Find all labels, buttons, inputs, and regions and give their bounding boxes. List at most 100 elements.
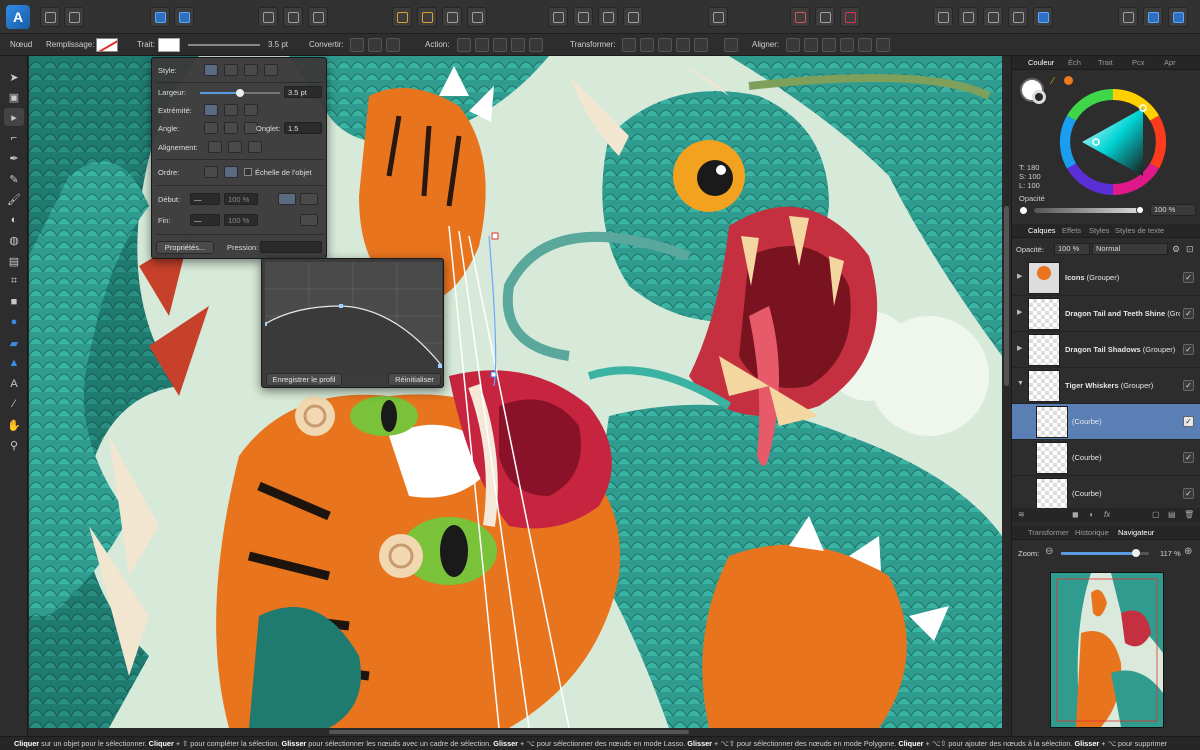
tab-effets[interactable]: Effets (1062, 226, 1081, 235)
triangle-tool-icon[interactable]: ▲ (4, 354, 24, 372)
layer-visibility-checkbox[interactable]: ✓ (1183, 488, 1194, 499)
blend-mode-select[interactable]: Normal (1092, 243, 1168, 255)
scale-checkbox[interactable] (244, 168, 252, 176)
horizontal-scrollbar[interactable] (29, 728, 1002, 736)
add-layer-icon[interactable]: ▢ (1152, 510, 1160, 519)
layer-visibility-checkbox[interactable]: ✓ (1183, 380, 1194, 391)
expand-icon[interactable]: ▶ (1017, 308, 1022, 316)
align-h-icon[interactable] (786, 38, 800, 52)
reverse-curve-icon[interactable] (529, 38, 543, 52)
miter-field[interactable]: 1.5 (284, 122, 322, 134)
snap-grid-icon[interactable] (283, 7, 303, 27)
collapse-icon[interactable]: ▼ (1017, 380, 1024, 387)
align-v-icon[interactable] (804, 38, 818, 52)
outline-mode-icon[interactable] (815, 7, 835, 27)
boolean-subtract-icon[interactable] (958, 7, 978, 27)
color-wheel[interactable] (1057, 86, 1169, 198)
stroke-color-well[interactable] (1032, 90, 1046, 104)
place-image-tool-icon[interactable]: ▤ (4, 252, 24, 270)
affinity-designer-logo[interactable]: A (6, 5, 30, 29)
studio-color-icon[interactable] (1168, 7, 1188, 27)
transform-snap-icon[interactable] (676, 38, 690, 52)
ellipse-tool-icon[interactable]: ● (4, 313, 24, 331)
align-right-icon[interactable] (840, 38, 854, 52)
style-solid-icon[interactable] (224, 64, 238, 76)
tab-navigateur[interactable]: Navigateur (1118, 528, 1154, 537)
order-back-icon[interactable] (392, 7, 412, 27)
hand-tool-icon[interactable]: ✋ (4, 416, 24, 434)
layer-row-selected[interactable]: (Courbe) ✓ (1012, 404, 1200, 440)
layer-row[interactable]: (Courbe) ✓ (1012, 476, 1200, 512)
order-front-icon[interactable] (224, 166, 238, 178)
text-tool-icon[interactable]: A (4, 375, 24, 393)
opacity-slider[interactable] (1034, 206, 1144, 214)
transform-origin-icon[interactable] (724, 38, 738, 52)
arrow-end-icon[interactable] (300, 193, 318, 205)
export-persona-icon[interactable] (64, 7, 84, 27)
boolean-add-icon[interactable] (933, 7, 953, 27)
node-tool-icon[interactable]: ▸ (4, 108, 24, 126)
order-forward-icon[interactable] (442, 7, 462, 27)
align-left-icon[interactable] (822, 38, 836, 52)
zoom-tool-icon[interactable]: ⚲ (4, 436, 24, 454)
order-behind-icon[interactable] (204, 166, 218, 178)
layer-row[interactable]: ▶ Dragon Tail Shadows (Grouper) ✓ (1012, 332, 1200, 368)
layer-row[interactable]: ▶ Dragon Tail and Teeth Shine (Grouper) … (1012, 296, 1200, 332)
arrow-start-icon[interactable] (278, 193, 296, 205)
zoom-in-icon[interactable]: ⊕ (1184, 546, 1192, 557)
tab-trait[interactable]: Trait (1098, 58, 1113, 67)
mask-icon[interactable] (840, 7, 860, 27)
studio-layers-icon[interactable] (1143, 7, 1163, 27)
stroke-width-value[interactable]: 3.5 pt (268, 40, 288, 49)
tab-calques[interactable]: Calques (1028, 226, 1056, 235)
opacity-field[interactable]: 100 % (1150, 204, 1196, 216)
recent-color-swatch[interactable] (1064, 76, 1073, 85)
join-miter-icon[interactable] (204, 122, 218, 134)
order-front-icon[interactable] (467, 7, 487, 27)
join-curves-icon[interactable] (511, 38, 525, 52)
layer-opacity-field[interactable]: 100 % (1054, 243, 1090, 255)
layer-lock-icon[interactable]: ⊡ (1186, 244, 1194, 255)
vertical-scrollbar[interactable] (1002, 56, 1011, 728)
smooth-curve-icon[interactable] (493, 38, 507, 52)
convert-sharp-icon[interactable] (350, 38, 364, 52)
end-scale-field[interactable]: 100 % (224, 214, 258, 226)
tab-apparence[interactable]: Apr (1164, 58, 1176, 67)
stroke-swatch[interactable] (158, 38, 180, 52)
zoom-out-icon[interactable]: ⊖ (1045, 546, 1053, 557)
layer-visibility-checkbox[interactable]: ✓ (1183, 272, 1194, 283)
crop-tool-icon[interactable]: ⌗ (4, 272, 24, 290)
align-bottom-icon[interactable] (876, 38, 890, 52)
cap-round-icon[interactable] (224, 104, 238, 116)
corner-tool-icon[interactable]: ⌐ (4, 129, 24, 147)
group-icon[interactable]: ▤ (1168, 510, 1176, 519)
document-setup-icon[interactable] (174, 7, 194, 27)
artboard-tool-icon[interactable]: ▣ (4, 88, 24, 106)
transparency-tool-icon[interactable]: ◍ (4, 231, 24, 249)
transform-show-icon[interactable] (658, 38, 672, 52)
color-picker-icon[interactable]: ⁄ (1052, 76, 1054, 87)
align-outside-icon[interactable] (248, 141, 262, 153)
expand-icon[interactable]: ▶ (1017, 272, 1022, 280)
navigator-preview[interactable] (1050, 572, 1164, 728)
tab-styles[interactable]: Styles (1089, 226, 1109, 235)
align-inside-icon[interactable] (228, 141, 242, 153)
reset-button[interactable]: Réinitialiser (388, 373, 441, 386)
style-dashed-icon[interactable] (244, 64, 258, 76)
tab-couleur[interactable]: Couleur (1028, 58, 1054, 67)
layer-settings-icon[interactable]: ⚙ (1172, 244, 1180, 255)
style-texture-icon[interactable] (264, 64, 278, 76)
zoom-slider[interactable] (1061, 549, 1149, 557)
flip-horizontal-icon[interactable] (548, 7, 568, 27)
pressure-preview[interactable] (260, 241, 322, 253)
start-arrow-select[interactable]: — (190, 193, 220, 205)
fill-tool-icon[interactable]: ◐ (4, 211, 24, 229)
layer-row[interactable]: ▶ Icons (Grouper) ✓ (1012, 260, 1200, 296)
save-profile-button[interactable]: Enregistrer le profil (266, 373, 342, 386)
convert-smart-icon[interactable] (386, 38, 400, 52)
cap-square-icon[interactable] (244, 104, 258, 116)
tab-historique[interactable]: Historique (1075, 528, 1109, 537)
tab-transformer[interactable]: Transformer (1028, 528, 1069, 537)
align-icon[interactable] (708, 7, 728, 27)
layer-visibility-checkbox[interactable]: ✓ (1183, 452, 1194, 463)
